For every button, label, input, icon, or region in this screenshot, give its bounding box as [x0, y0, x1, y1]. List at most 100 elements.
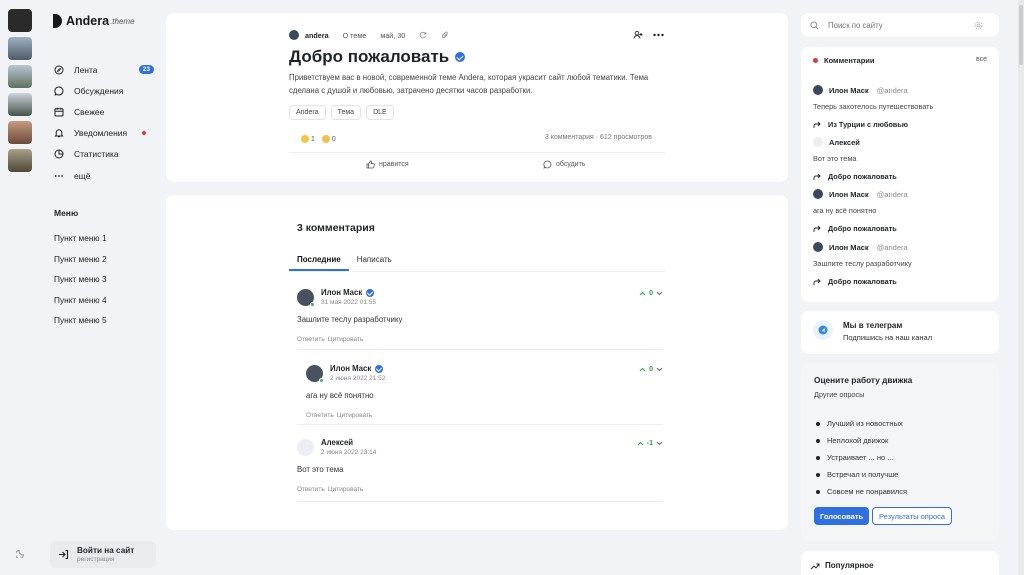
chevron-up-icon[interactable] [639, 291, 646, 296]
menu-item[interactable]: Пункт меню 1 [54, 233, 107, 254]
neutral-emoji-icon[interactable] [321, 135, 330, 143]
menu-item[interactable]: Пункт меню 4 [54, 295, 107, 316]
tag[interactable]: Тема [330, 105, 362, 120]
recent-author[interactable]: Илон Маск [829, 190, 869, 199]
poll-option[interactable]: Встречал и получше [816, 470, 898, 479]
recent-post-link[interactable]: Из Турции с любовью [813, 120, 989, 129]
chevron-down-icon[interactable] [656, 291, 663, 296]
recent-author[interactable]: Илон Маск [829, 243, 869, 252]
avatar[interactable] [297, 288, 315, 307]
comment-author[interactable]: Алексей [321, 438, 353, 447]
story-thumb[interactable] [8, 121, 32, 144]
live-dot [813, 58, 818, 63]
moon-icon[interactable] [16, 548, 26, 558]
post-title[interactable]: Добро пожаловать [289, 47, 466, 67]
recent-text: Теперь захотелось путешествовать [813, 102, 934, 111]
nav-item-stats[interactable]: Статистика [40, 144, 156, 165]
avatar[interactable] [813, 85, 823, 95]
chevron-up-icon[interactable] [637, 441, 644, 446]
smile-emoji-icon[interactable] [301, 135, 309, 143]
like-button[interactable]: нравится [366, 160, 409, 169]
avatar[interactable] [297, 438, 314, 456]
discuss-label: обсудить [556, 161, 586, 168]
other-polls-link[interactable]: Другие опросы [814, 390, 864, 399]
divider [297, 349, 663, 350]
vote-button[interactable]: Голосовать [814, 507, 870, 525]
more-options-icon[interactable] [653, 33, 664, 37]
nav-item-fresh[interactable]: Свежее [40, 101, 156, 122]
vote-count: -1 [646, 440, 653, 447]
nav-item-notifications[interactable]: Уведомления [40, 123, 156, 144]
comment-author[interactable]: Илон Маск [321, 288, 362, 297]
quote-link[interactable]: Цитировать [328, 336, 364, 343]
poll-results-button[interactable]: Результаты опроса [872, 507, 953, 525]
telegram-subtitle: Подпишись на наш канал [843, 333, 933, 342]
poll-option[interactable]: Устраивает ... но ... [816, 453, 893, 462]
chevron-up-icon[interactable] [639, 367, 646, 372]
poll-option[interactable]: Совсем не понравился [816, 487, 907, 496]
avatar[interactable] [813, 189, 823, 199]
nav-item-more[interactable]: ещё [40, 165, 156, 186]
popular-title: Популярное [825, 561, 874, 570]
menu-item[interactable]: Пункт меню 5 [54, 315, 107, 336]
recent-post-link[interactable]: Добро пожаловать [813, 172, 989, 181]
verified-icon [455, 52, 466, 62]
logo-mark-icon [53, 14, 62, 28]
reply-arrow-icon [813, 278, 821, 285]
quote-link[interactable]: Цитировать [328, 486, 364, 493]
discuss-button[interactable]: обсудить [543, 160, 585, 169]
search-input[interactable] [828, 20, 968, 30]
telegram-widget[interactable]: Мы в телеграм Подпишись на наш канал [801, 311, 999, 354]
chevron-down-icon[interactable] [656, 441, 663, 446]
nav-item-discussions[interactable]: Обсуждения [40, 80, 156, 101]
avatar[interactable] [306, 364, 324, 383]
comments-card: 3 комментария Последние Написать Илон Ма… [166, 195, 788, 530]
more-icon [54, 171, 64, 181]
menu-item[interactable]: Пункт меню 3 [54, 274, 107, 295]
register-link[interactable]: регистрация [77, 556, 134, 563]
nav-label: Лента [74, 64, 98, 75]
tag[interactable]: Andera [289, 105, 326, 120]
poll-option[interactable]: Неплохой движок [816, 436, 888, 445]
chevron-down-icon[interactable] [656, 367, 663, 372]
avatar[interactable] [813, 242, 823, 252]
avatar[interactable] [289, 30, 299, 40]
story-thumb[interactable] [8, 93, 32, 116]
calendar-icon [54, 107, 64, 117]
quote-link[interactable]: Цитировать [337, 412, 373, 419]
nav-item-feed[interactable]: Лента 23 [40, 59, 156, 80]
vote-count: 0 [649, 290, 653, 297]
recent-post-link[interactable]: Добро пожаловать [813, 277, 989, 286]
post-title-text: Добро пожаловать [289, 47, 450, 66]
reply-link[interactable]: Ответить [297, 336, 325, 343]
recent-author[interactable]: Алексей [829, 138, 860, 147]
recent-author[interactable]: Илон Маск [829, 86, 869, 95]
login-button[interactable]: Войти на сайт регистрация [50, 541, 156, 568]
reply-link[interactable]: Ответить [297, 486, 325, 493]
post-section[interactable]: О теме [343, 31, 367, 40]
story-thumb[interactable] [8, 37, 32, 60]
reply-link[interactable]: Ответить [306, 412, 334, 419]
scrollbar[interactable] [1018, 0, 1024, 575]
all-comments-link[interactable]: все [976, 56, 987, 63]
comment-author[interactable]: Илон Маск [330, 364, 371, 373]
chat-bubble-icon [543, 160, 552, 169]
follow-user-icon[interactable] [633, 30, 643, 40]
post-author[interactable]: andera [305, 31, 329, 40]
tag[interactable]: DLE [366, 105, 394, 120]
menu-list: Пункт меню 1 Пункт меню 2 Пункт меню 3 П… [54, 233, 107, 336]
recent-post-link[interactable]: Добро пожаловать [813, 224, 989, 233]
poll-option[interactable]: Лучший из новостных [816, 419, 903, 428]
comment-text: Зашлите теслу разработчику [297, 315, 403, 324]
site-logo[interactable]: Andera .theme [53, 14, 135, 28]
tab-latest[interactable]: Последние [289, 252, 349, 271]
scrollbar-thumb[interactable] [1019, 5, 1023, 65]
gear-icon[interactable] [974, 21, 983, 30]
tab-write[interactable]: Написать [349, 252, 400, 271]
story-thumb[interactable] [8, 9, 32, 32]
story-thumb[interactable] [8, 65, 32, 88]
avatar[interactable] [813, 137, 823, 147]
main-nav: Лента 23 Обсуждения Свежее Уведомления С… [40, 59, 156, 186]
menu-item[interactable]: Пункт меню 2 [54, 254, 107, 275]
story-thumb[interactable] [8, 149, 32, 172]
